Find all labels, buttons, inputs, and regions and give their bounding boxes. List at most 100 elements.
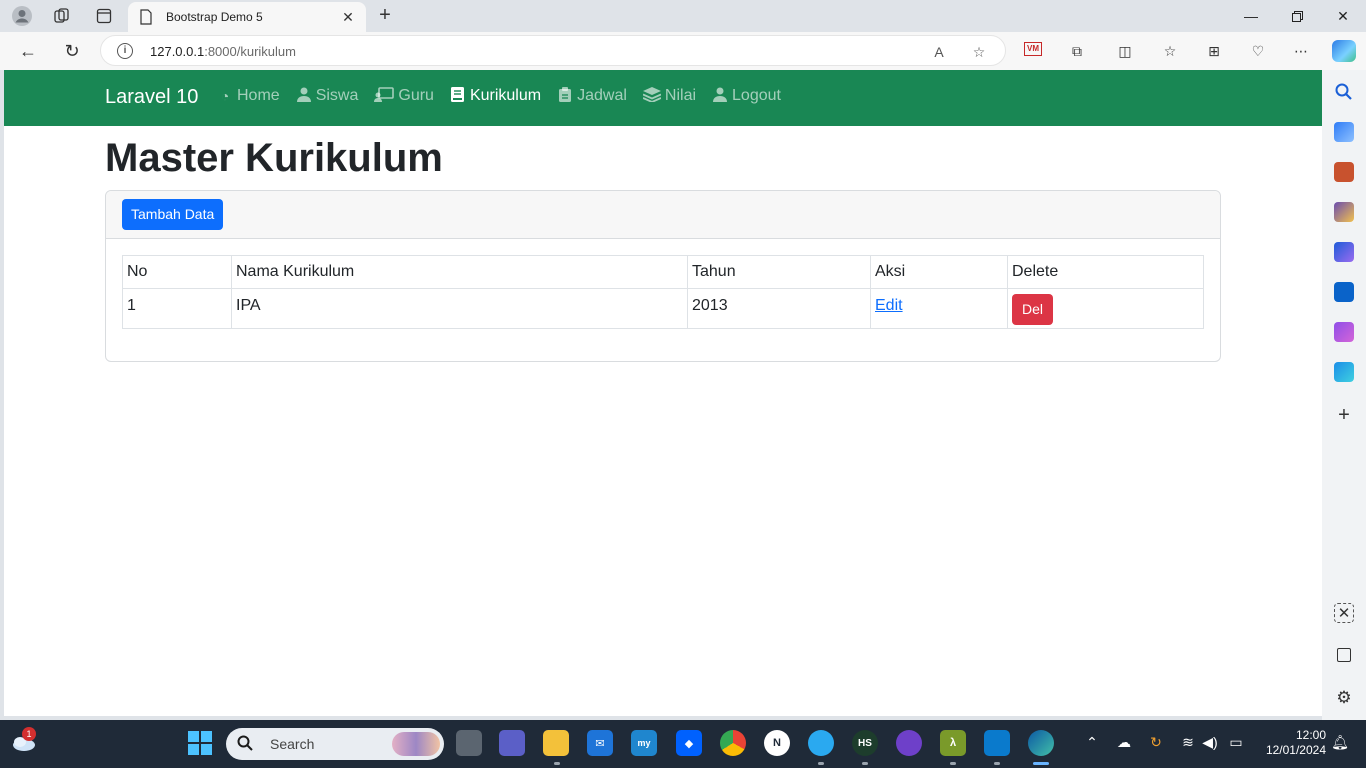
cell-nama-kurikulum: IPA xyxy=(231,288,688,329)
games-icon[interactable] xyxy=(1334,202,1354,222)
edge-icon[interactable] xyxy=(1028,730,1054,756)
nav-links: ◔ Home Siswa Guru Kurikulum Jadwal Nilai… xyxy=(217,87,781,105)
terminal-icon[interactable]: λ xyxy=(940,730,966,756)
cell-tahun: 2013 xyxy=(687,288,871,329)
browser-essentials-icon[interactable]: ♡ xyxy=(1247,40,1269,62)
user-icon xyxy=(712,87,728,105)
battery-icon[interactable]: ▭ xyxy=(1226,734,1246,751)
tab-actions-icon[interactable] xyxy=(92,4,116,28)
add-sidebar-app-icon[interactable]: + xyxy=(1334,405,1354,425)
favorite-star-icon[interactable]: ☆ xyxy=(969,42,989,62)
book-icon xyxy=(450,87,466,105)
volume-icon[interactable]: ◀) xyxy=(1200,734,1220,751)
nav-home[interactable]: ◔ Home xyxy=(217,87,280,105)
app-n-icon[interactable]: N xyxy=(764,730,790,756)
search-icon xyxy=(236,735,254,753)
running-indicator xyxy=(862,762,868,765)
start-icon[interactable] xyxy=(187,730,213,756)
extensions-icon[interactable]: ⧉ xyxy=(1066,40,1088,62)
profile-icon[interactable] xyxy=(10,4,34,28)
teams-meet-icon[interactable] xyxy=(499,730,525,756)
close-window-icon[interactable]: ✕ xyxy=(1320,0,1366,32)
search-placeholder: Search xyxy=(270,736,315,752)
clock-time: 12:00 xyxy=(1295,728,1326,742)
nav-nilai[interactable]: Nilai xyxy=(642,87,696,105)
nav-jadwal[interactable]: Jadwal xyxy=(557,87,627,105)
show-hidden-icons-icon[interactable]: ⌃ xyxy=(1082,734,1102,751)
vscode-icon[interactable] xyxy=(984,730,1010,756)
hide-sidebar-icon[interactable] xyxy=(1337,648,1351,662)
copilot-icon[interactable] xyxy=(1332,40,1356,62)
system-clock[interactable]: 12:00 12/01/2024 xyxy=(1262,728,1326,758)
edit-link[interactable]: Edit xyxy=(875,297,903,314)
address-bar[interactable]: i 127.0.0.1:8000/kurikulum A ☆ xyxy=(100,35,1006,66)
settings-more-icon[interactable]: ⋯ xyxy=(1290,40,1312,62)
navbar: Laravel 10 ◔ Home Siswa Guru Kurikulum J… xyxy=(4,70,1322,126)
sidebar-settings-icon[interactable]: ⚙ xyxy=(1334,688,1354,708)
notification-badge: 1 xyxy=(22,727,36,741)
microsoft-365-icon[interactable] xyxy=(1334,242,1354,262)
new-tab-icon[interactable]: + xyxy=(374,4,396,26)
dropbox-icon[interactable]: ◆ xyxy=(676,730,702,756)
running-indicator xyxy=(818,762,824,765)
delete-button[interactable]: Del xyxy=(1012,294,1054,325)
taskbar-search[interactable]: Search xyxy=(226,728,444,760)
chrome-icon[interactable] xyxy=(720,730,746,756)
user-icon xyxy=(296,87,312,105)
add-data-button[interactable]: Tambah Data xyxy=(122,199,224,230)
running-indicator xyxy=(994,762,1000,765)
favorites-icon[interactable]: ☆ xyxy=(1159,40,1181,62)
dashboard-icon: ◔ xyxy=(220,88,230,104)
read-aloud-icon[interactable]: A xyxy=(929,42,949,62)
navbar-brand[interactable]: Laravel 10 xyxy=(105,86,198,109)
cell-no: 1 xyxy=(122,288,232,329)
nav-guru[interactable]: Guru xyxy=(374,87,434,105)
outlook-icon[interactable] xyxy=(1334,282,1354,302)
workspaces-icon[interactable] xyxy=(50,4,74,28)
github-desktop-icon[interactable] xyxy=(896,730,922,756)
chalkboard-teacher-icon xyxy=(374,87,395,105)
tools-icon[interactable] xyxy=(1334,162,1354,182)
close-tab-icon[interactable]: ✕ xyxy=(340,9,356,25)
wifi-icon[interactable]: ≋ xyxy=(1178,734,1198,751)
running-indicator xyxy=(554,762,560,765)
file-explorer-icon[interactable] xyxy=(543,730,569,756)
app-drop-icon[interactable] xyxy=(808,730,834,756)
card-header: Tambah Data xyxy=(106,191,1220,239)
heidisql-icon[interactable]: HS xyxy=(852,730,878,756)
nav-logout[interactable]: Logout xyxy=(712,87,781,105)
site-info-icon[interactable]: i xyxy=(117,43,133,59)
task-view-icon[interactable] xyxy=(456,730,482,756)
designer-icon[interactable] xyxy=(1334,322,1354,342)
page-icon xyxy=(138,9,154,25)
running-indicator xyxy=(950,762,956,765)
screenshot-icon[interactable]: ✕ xyxy=(1334,603,1354,623)
cell-delete: Del xyxy=(1007,288,1204,329)
reload-icon[interactable]: ↻ xyxy=(58,38,86,64)
clipboard-icon xyxy=(557,87,573,105)
restore-icon[interactable] xyxy=(1274,0,1320,32)
shopping-icon[interactable] xyxy=(1334,122,1354,142)
mail-icon[interactable]: ✉ xyxy=(587,730,613,756)
sync-icon[interactable]: ↻ xyxy=(1146,734,1166,751)
kurikulum-card: Tambah Data No Nama Kurikulum Tahun Aksi… xyxy=(105,190,1221,362)
split-screen-icon[interactable]: ◫ xyxy=(1114,40,1136,62)
collections-icon[interactable]: ⊞ xyxy=(1203,40,1225,62)
minimize-icon[interactable]: — xyxy=(1228,0,1274,32)
search-highlight-image xyxy=(392,732,440,756)
url-text[interactable]: 127.0.0.1:8000/kurikulum xyxy=(150,44,296,59)
tab-bootstrap-demo[interactable]: Bootstrap Demo 5 ✕ xyxy=(128,2,366,32)
clock-date: 12/01/2024 xyxy=(1265,743,1326,757)
header-aksi: Aksi xyxy=(870,255,1008,289)
active-app-indicator xyxy=(1033,762,1049,765)
onedrive-icon[interactable]: ☁ xyxy=(1114,734,1134,751)
vm-extension-icon[interactable]: VM xyxy=(1024,42,1042,56)
nav-siswa[interactable]: Siswa xyxy=(296,87,358,105)
notification-bell-icon[interactable]: 🔔︎ xyxy=(1330,734,1350,751)
back-icon[interactable]: ← xyxy=(14,38,42,64)
header-nama-kurikulum: Nama Kurikulum xyxy=(231,255,688,289)
nav-kurikulum[interactable]: Kurikulum xyxy=(450,87,541,105)
myhp-icon[interactable]: my xyxy=(631,730,657,756)
drop-icon[interactable] xyxy=(1334,362,1354,382)
search-icon[interactable] xyxy=(1334,82,1354,102)
